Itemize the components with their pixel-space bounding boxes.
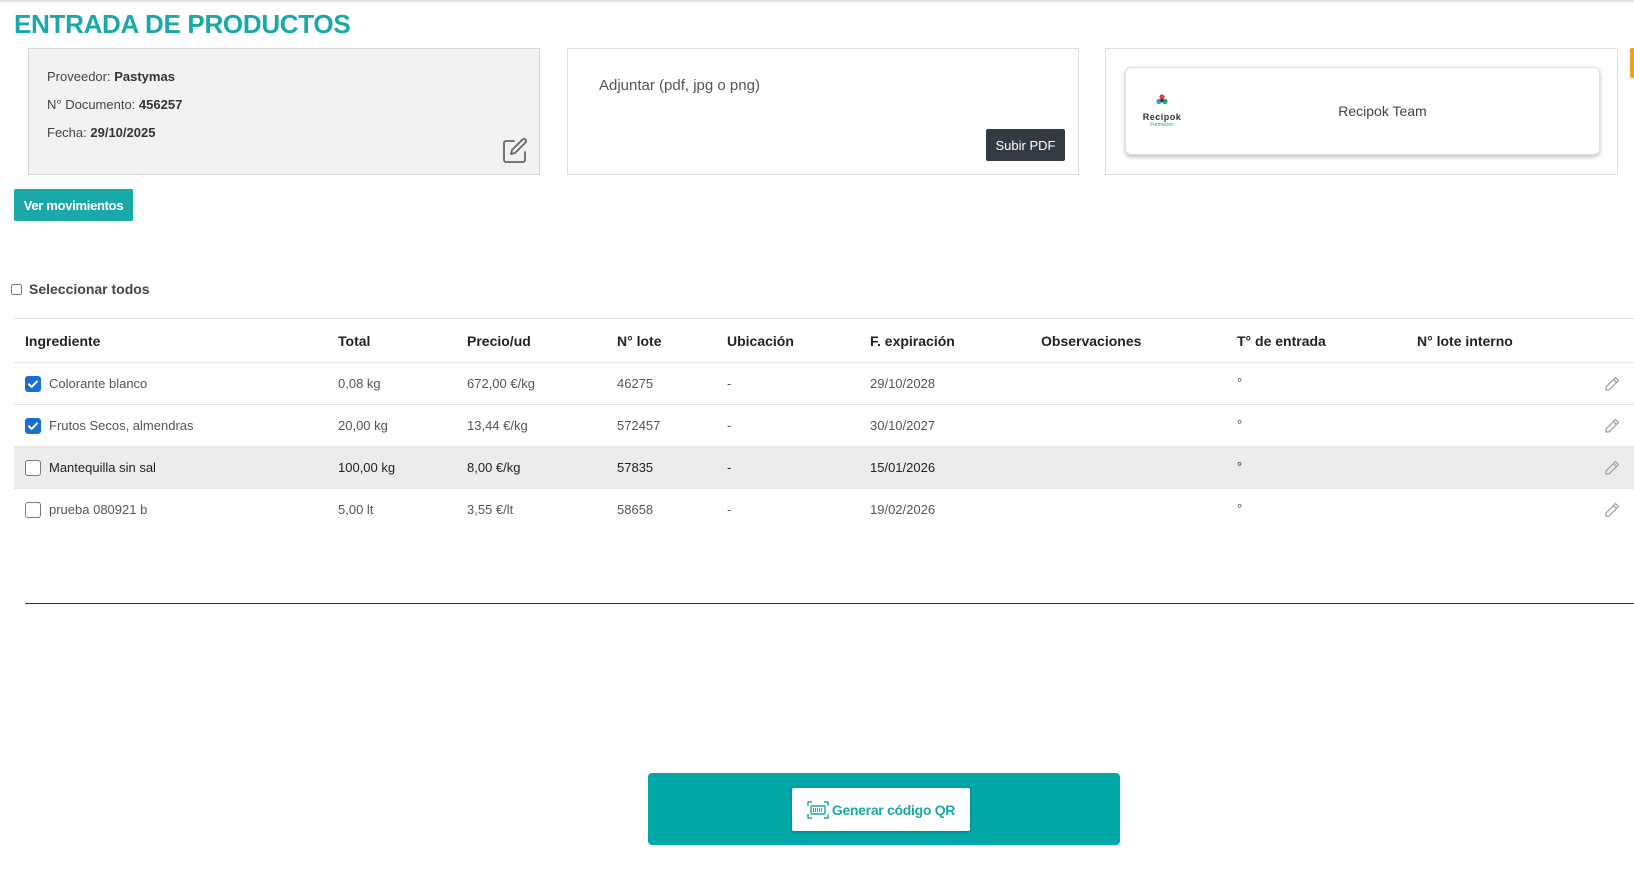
attachment-label: Adjuntar (pdf, jpg o png) bbox=[599, 77, 760, 94]
ingredient-name: prueba 080921 b bbox=[49, 502, 148, 517]
price-cell: 3,55 €/lt bbox=[467, 502, 514, 517]
temperature-cell: ° bbox=[1237, 501, 1243, 516]
edit-square-icon[interactable] bbox=[501, 137, 529, 165]
team-card: Recipok Formación Recipok Team bbox=[1105, 48, 1618, 175]
qr-action-bar: Generar código QR bbox=[648, 773, 1120, 845]
products-table: Ingrediente Total Precio/ud N° lote Ubic… bbox=[14, 318, 1634, 530]
pencil-icon[interactable] bbox=[1603, 501, 1621, 519]
date-label: Fecha: bbox=[47, 125, 87, 140]
temperature-cell: ° bbox=[1237, 417, 1243, 432]
location-cell: - bbox=[727, 418, 732, 433]
supplier-line: Proveedor: Pastymas bbox=[47, 69, 175, 84]
expiration-cell: 15/01/2026 bbox=[870, 460, 936, 475]
attachment-card: Adjuntar (pdf, jpg o png) Subir PDF bbox=[567, 48, 1079, 175]
document-number-line: N° Documento: 456257 bbox=[47, 97, 182, 112]
date-value: 29/10/2025 bbox=[90, 125, 156, 140]
total-cell: 20,00 kg bbox=[338, 418, 388, 433]
header-location: Ubicación bbox=[727, 332, 794, 349]
expiration-cell: 30/10/2027 bbox=[870, 418, 936, 433]
price-cell: 672,00 €/kg bbox=[467, 376, 535, 391]
temperature-cell: ° bbox=[1237, 375, 1243, 390]
supplier-label: Proveedor: bbox=[47, 69, 111, 84]
lot-cell: 58658 bbox=[617, 502, 654, 517]
ingredient-name: Frutos Secos, almendras bbox=[49, 418, 194, 433]
row-checkbox[interactable] bbox=[25, 375, 41, 392]
table-row: Mantequilla sin sal 100,00 kg 8,00 €/kg … bbox=[14, 446, 1634, 488]
temperature-cell: ° bbox=[1237, 459, 1243, 474]
total-cell: 0,08 kg bbox=[338, 376, 381, 391]
row-checkbox[interactable] bbox=[25, 501, 41, 518]
expiration-cell: 19/02/2026 bbox=[870, 502, 936, 517]
header-observations: Observaciones bbox=[1041, 332, 1142, 349]
row-checkbox[interactable] bbox=[25, 417, 41, 434]
check-icon bbox=[28, 421, 38, 430]
table-row: Frutos Secos, almendras 20,00 kg 13,44 €… bbox=[14, 404, 1634, 446]
header-expiration: F. expiración bbox=[870, 332, 955, 349]
lot-cell: 46275 bbox=[617, 376, 654, 391]
location-cell: - bbox=[727, 502, 732, 517]
logo-subtext: Formación bbox=[1150, 122, 1174, 128]
select-all-checkbox[interactable] bbox=[11, 283, 22, 295]
header-total: Total bbox=[338, 332, 371, 349]
ingredient-name: Mantequilla sin sal bbox=[49, 460, 156, 475]
pencil-icon[interactable] bbox=[1603, 459, 1621, 477]
pencil-icon[interactable] bbox=[1603, 375, 1621, 393]
supplier-value: Pastymas bbox=[114, 69, 175, 84]
document-info-card: Proveedor: Pastymas N° Documento: 456257… bbox=[28, 48, 540, 175]
location-cell: - bbox=[727, 460, 732, 475]
generate-qr-button[interactable]: Generar código QR bbox=[792, 788, 970, 831]
row-checkbox[interactable] bbox=[25, 459, 41, 476]
top-border bbox=[0, 0, 1634, 2]
side-tab[interactable] bbox=[1630, 48, 1634, 78]
page-title: ENTRADA DE PRODUCTOS bbox=[14, 9, 351, 39]
team-selector[interactable]: Recipok Formación Recipok Team bbox=[1125, 67, 1600, 155]
location-cell: - bbox=[727, 376, 732, 391]
check-icon bbox=[28, 379, 38, 388]
team-name: Recipok Team bbox=[1338, 103, 1427, 119]
header-lot: N° lote bbox=[617, 332, 662, 349]
upload-pdf-button[interactable]: Subir PDF bbox=[986, 129, 1065, 161]
table-divider bbox=[25, 603, 1634, 604]
select-all-label: Seleccionar todos bbox=[29, 281, 150, 297]
header-internal-lot: N° lote interno bbox=[1417, 332, 1513, 349]
expiration-cell: 29/10/2028 bbox=[870, 376, 936, 391]
select-all[interactable]: Seleccionar todos bbox=[11, 281, 150, 297]
header-ingredient: Ingrediente bbox=[25, 332, 101, 349]
pencil-icon[interactable] bbox=[1603, 417, 1621, 435]
document-number-label: N° Documento: bbox=[47, 97, 136, 112]
document-number-value: 456257 bbox=[138, 97, 183, 112]
table-header-row: Ingrediente Total Precio/ud N° lote Ubic… bbox=[14, 318, 1634, 362]
total-cell: 5,00 lt bbox=[338, 502, 374, 517]
price-cell: 8,00 €/kg bbox=[467, 460, 521, 475]
barcode-scan-icon bbox=[807, 800, 829, 819]
table-row: prueba 080921 b 5,00 lt 3,55 €/lt 58658 … bbox=[14, 488, 1634, 530]
lot-cell: 572457 bbox=[617, 418, 661, 433]
lot-cell: 57835 bbox=[617, 460, 654, 475]
header-price: Precio/ud bbox=[467, 332, 531, 349]
view-movements-button[interactable]: Ver movimientos bbox=[14, 189, 133, 221]
price-cell: 13,44 €/kg bbox=[467, 418, 528, 433]
date-line: Fecha: 29/10/2025 bbox=[47, 125, 155, 140]
generate-qr-label: Generar código QR bbox=[831, 801, 956, 818]
total-cell: 100,00 kg bbox=[338, 460, 396, 475]
header-temperature: T° de entrada bbox=[1237, 332, 1326, 349]
table-row: Colorante blanco 0,08 kg 672,00 €/kg 462… bbox=[14, 362, 1634, 404]
ingredient-name: Colorante blanco bbox=[49, 376, 148, 391]
